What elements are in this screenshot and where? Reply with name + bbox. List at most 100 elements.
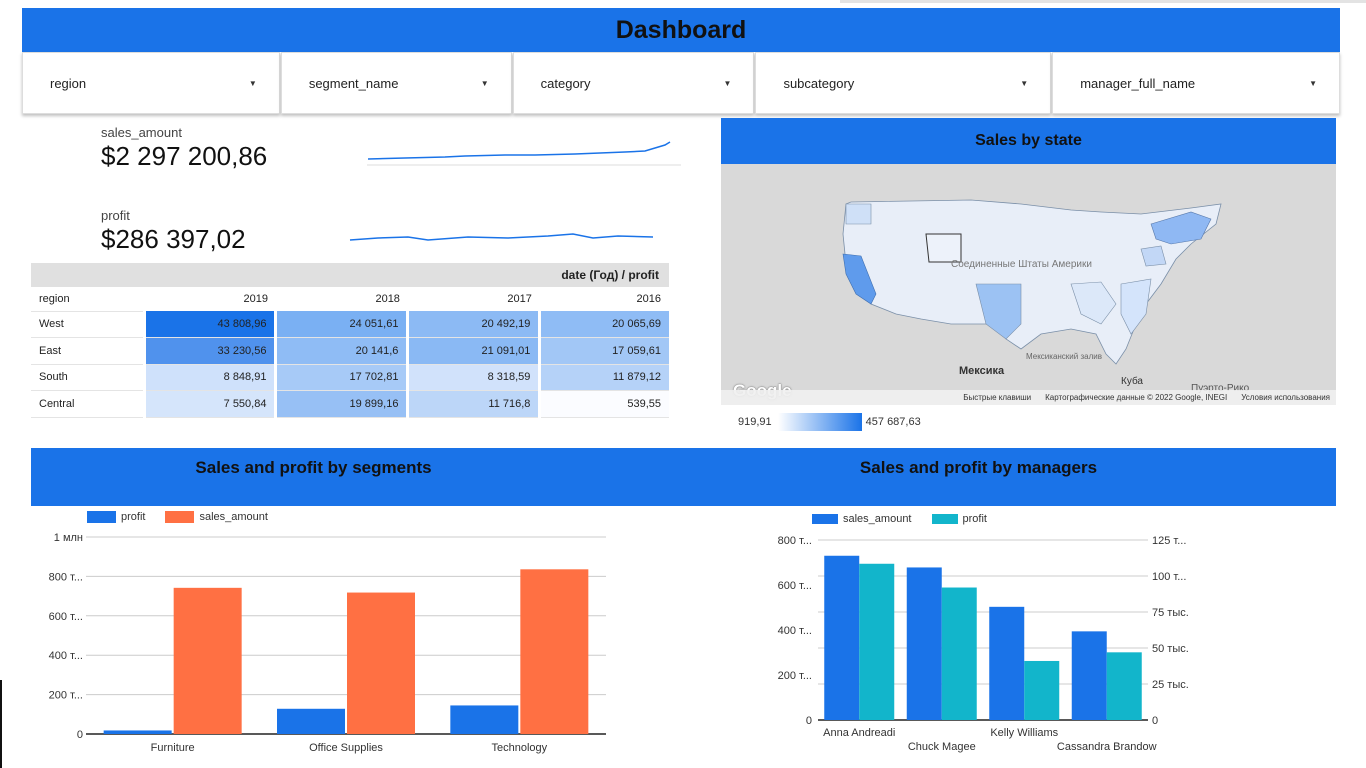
map-terms-link[interactable]: Условия использования (1241, 393, 1330, 402)
value-cell: 43 808,96 (142, 311, 276, 338)
x-tick-label: Kelly Williams (990, 727, 1058, 739)
map-gulf-label: Мексиканский залив (1026, 352, 1102, 361)
page-title: Dashboard (615, 15, 747, 44)
scale-gradient (777, 413, 862, 431)
table-row: South 8 848,91 17 702,81 8 318,59 11 879… (31, 364, 669, 391)
y-left-tick-label: 600 т... (778, 580, 812, 592)
bar-sales_amount (906, 567, 942, 720)
map-shortcuts-link[interactable]: Быстрые клавиши (963, 393, 1031, 402)
dropdown-arrow-icon: ▼ (248, 78, 257, 88)
region-cell: East (31, 337, 144, 365)
table-row: East 33 230,56 20 141,6 21 091,01 17 059… (31, 337, 669, 365)
bar-profit (450, 705, 519, 734)
table-row: West 43 808,96 24 051,61 20 492,19 20 06… (31, 310, 669, 338)
dropdown-arrow-icon: ▼ (1309, 78, 1317, 88)
dropdown-arrow-icon: ▼ (723, 78, 732, 88)
kpi-value: $286 397,02 (101, 224, 246, 254)
profit-sparkline (349, 233, 654, 241)
legend-swatch (931, 514, 958, 524)
pivot-table: date (Год) / profit region 2019 2018 201… (31, 263, 669, 418)
x-tick-label: Technology (492, 742, 548, 754)
filter-subcategory[interactable]: subcategory ▼ (755, 52, 1052, 114)
value-cell: 17 059,61 (538, 337, 669, 365)
managers-chart: 0 25 тыс. 50 тыс. 75 тыс. 100 т... 125 т... 0 2… (778, 535, 1189, 753)
x-tick-label: Anna Andreadi (823, 727, 895, 739)
left-edge-line (0, 680, 2, 768)
pivot-table-header: date (Год) / profit (31, 263, 669, 287)
sales-sparkline (367, 141, 681, 166)
bar-sales_amount (520, 569, 589, 734)
segments-legend: profit sales_amount (87, 511, 288, 523)
y-right-tick-label: 75 тыс. (1152, 607, 1189, 619)
filter-region[interactable]: region ▼ (22, 52, 280, 114)
section-title: Sales and profit by segments (195, 458, 432, 477)
value-cell: 20 492,19 (406, 311, 540, 338)
kpi-sales: sales_amount $2 297 200,86 (101, 125, 267, 172)
filter-label: manager_full_name (1080, 75, 1196, 91)
dashboard-header: Dashboard (22, 8, 1340, 52)
pivot-column-header: 2016 (636, 293, 661, 305)
y-tick-label: 200 т... (49, 690, 83, 702)
filter-category[interactable]: category ▼ (512, 52, 755, 114)
y-right-tick-label: 125 т... (1152, 535, 1186, 547)
dropdown-arrow-icon: ▼ (480, 78, 489, 88)
bar-sales_amount (1071, 631, 1107, 720)
pivot-column-header: 2018 (375, 293, 400, 305)
legend-label: sales_amount (843, 513, 912, 525)
filter-segment[interactable]: segment_name ▼ (280, 52, 512, 114)
value-cell: 539,55 (538, 390, 669, 418)
value-cell: 20 065,69 (538, 311, 669, 338)
map-mexico-label: Мексика (959, 365, 1005, 377)
pivot-column-headers: region 2019 2018 2017 2016 (31, 287, 669, 311)
filter-label: region (50, 75, 87, 91)
map-color-scale: 919,91 457 687,63 (738, 413, 921, 431)
region-cell: Central (31, 390, 144, 418)
value-cell: 8 318,59 (406, 364, 540, 391)
y-right-tick-label: 50 тыс. (1152, 643, 1189, 655)
y-tick-label: 0 (77, 729, 83, 741)
segments-section-header: Sales and profit by segments (31, 448, 596, 506)
kpi-label: profit (101, 208, 130, 223)
map-data-attribution: Картографические данные © 2022 Google, I… (1045, 393, 1228, 402)
y-tick-label: 400 т... (49, 650, 83, 662)
value-cell: 20 141,6 (274, 337, 408, 365)
filter-bar: region ▼ segment_name ▼ category ▼ subcateg… (22, 52, 1340, 114)
filter-label: subcategory (783, 75, 855, 91)
y-tick-label: 600 т... (49, 611, 83, 623)
bar-profit (1024, 660, 1060, 720)
value-cell: 8 848,91 (142, 364, 276, 391)
pivot-column-header: 2017 (507, 293, 532, 305)
section-title: Sales and profit by managers (859, 458, 1098, 477)
y-right-tick-label: 0 (1152, 715, 1158, 727)
x-tick-label: Cassandra Brandow (1057, 741, 1157, 753)
map-canvas[interactable]: Соединенные Штаты Америки Мексика Мексик… (721, 164, 1336, 405)
legend-label: profit (121, 511, 146, 523)
y-right-tick-label: 100 т... (1152, 571, 1186, 583)
legend-item: sales_amount (812, 513, 912, 525)
map-country-label: Соединенные Штаты Америки (951, 259, 1092, 270)
bar-sales_amount (347, 592, 415, 734)
filter-manager[interactable]: manager_full_name ▼ (1052, 52, 1340, 114)
x-tick-label: Chuck Magee (908, 741, 976, 753)
value-cell: 7 550,84 (142, 390, 276, 418)
bar-profit (1106, 652, 1142, 720)
y-right-tick-label: 25 тыс. (1152, 679, 1189, 691)
segments-chart: 0 200 т... 400 т... 600 т... 800 т... 1 млн Fu… (49, 532, 606, 754)
managers-section-header: Sales and profit by managers (596, 448, 1336, 506)
top-scroll-line (840, 0, 1366, 3)
bar-profit (941, 587, 977, 720)
scale-max: 457 687,63 (865, 416, 921, 428)
bar-profit (859, 563, 895, 720)
y-tick-label: 800 т... (49, 571, 83, 583)
legend-swatch (812, 514, 838, 524)
bar-sales_amount (824, 555, 860, 720)
value-cell: 19 899,16 (274, 390, 408, 418)
bar-sales_amount (989, 606, 1025, 720)
dropdown-arrow-icon: ▼ (1020, 78, 1029, 88)
legend-label: sales_amount (199, 511, 268, 523)
kpi-value: $2 297 200,86 (101, 141, 268, 171)
region-cell: West (31, 310, 144, 338)
legend-item: profit (931, 513, 987, 525)
pivot-row-label: region (39, 292, 70, 305)
value-cell: 17 702,81 (274, 364, 408, 391)
